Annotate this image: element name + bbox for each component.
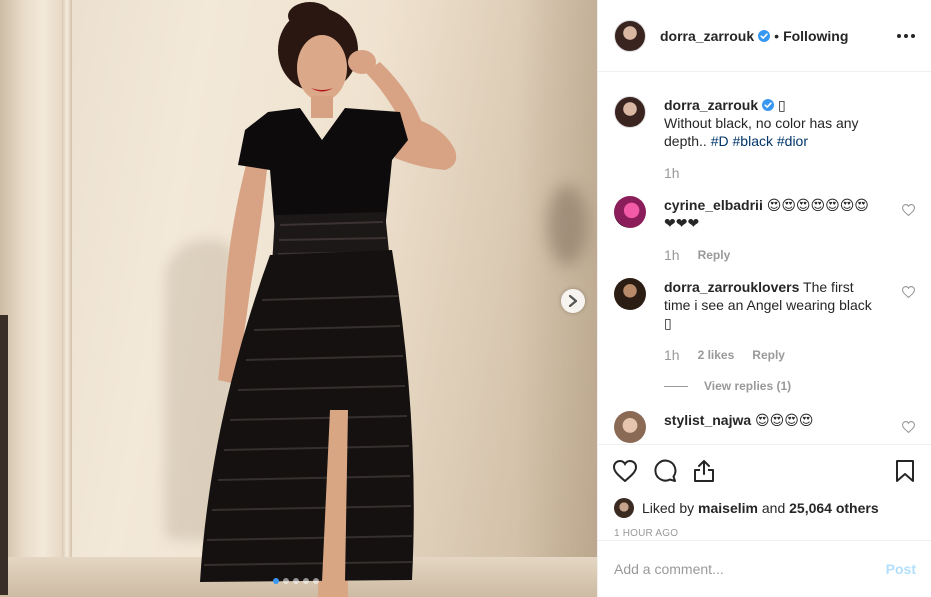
like-comment-heart-icon[interactable] [902, 286, 915, 298]
hashtag-link[interactable]: #D [711, 133, 729, 149]
comment-text: 😍😍😍😍 [755, 412, 814, 428]
post-comment-button[interactable]: Post [886, 561, 916, 577]
caption-avatar[interactable] [614, 96, 646, 128]
caption-meta: 1h [664, 164, 876, 182]
post-timestamp[interactable]: 1 HOUR AGO [598, 528, 931, 539]
commenter-avatar[interactable] [614, 196, 646, 228]
reply-button[interactable]: Reply [698, 246, 731, 264]
view-replies-button[interactable]: View replies (1) [664, 377, 876, 395]
author-username[interactable]: dorra_zarrouk [660, 28, 754, 44]
add-comment-bar: Post [598, 540, 931, 597]
post-sidebar: dorra_zarrouk • Following dorra_zarrouk … [597, 0, 931, 597]
comment: stylist_najwa 😍😍😍😍 [614, 411, 915, 443]
like-comment-heart-icon[interactable] [902, 421, 915, 433]
likes-summary: Liked by maiselim and 25,064 others [598, 496, 931, 520]
caption-body: dorra_zarrouk ▯ Without black, no color … [664, 96, 876, 182]
likes-prefix: Liked by [642, 500, 695, 516]
caption-username[interactable]: dorra_zarrouk [664, 97, 758, 113]
more-options-button[interactable] [897, 28, 915, 44]
commenter-avatar[interactable] [614, 411, 646, 443]
save-button[interactable] [895, 459, 915, 483]
reply-button[interactable]: Reply [752, 346, 785, 364]
carousel-indicator [273, 578, 319, 584]
hashtag-link[interactable]: #dior [777, 133, 808, 149]
following-button[interactable]: Following [783, 28, 848, 44]
carousel-dot [293, 578, 299, 584]
verified-badge-icon [762, 99, 775, 111]
comment: dorra_zarrouklovers The first time i see… [614, 278, 915, 395]
share-button[interactable] [693, 459, 715, 483]
replies-divider [664, 385, 688, 387]
view-replies-label: View replies (1) [704, 379, 792, 393]
comment: cyrine_elbadrii 😍😍😍😍😍😍😍❤❤❤ 1h Reply [614, 196, 915, 264]
comment-time[interactable]: 1h [664, 246, 680, 264]
comment-time[interactable]: 1h [664, 346, 680, 364]
carousel-dot [283, 578, 289, 584]
post-header: dorra_zarrouk • Following [598, 0, 931, 72]
comments-list[interactable]: dorra_zarrouk ▯ Without black, no color … [598, 72, 931, 444]
likes-and: and [761, 500, 786, 516]
more-dot-icon [897, 33, 901, 38]
comment-username[interactable]: stylist_najwa [664, 412, 751, 428]
comment-input[interactable] [614, 561, 886, 577]
woman-figure: D [200, 2, 457, 597]
like-button[interactable] [613, 459, 637, 482]
liker-avatar[interactable] [614, 498, 634, 518]
comment-meta: 1h Reply [664, 246, 876, 264]
author-avatar[interactable] [614, 19, 646, 52]
more-dot-icon [911, 33, 915, 38]
likes-text: Liked by maiselim and 25,064 others [642, 500, 879, 516]
heart-icon [613, 459, 637, 482]
header-separator: • [774, 27, 780, 44]
post-actions [598, 444, 931, 496]
comment-bubble-icon [654, 459, 677, 482]
neck [311, 96, 333, 118]
like-comment-heart-icon[interactable] [902, 204, 915, 216]
caption: dorra_zarrouk ▯ Without black, no color … [614, 96, 915, 182]
hashtag-link[interactable]: #black [733, 133, 773, 149]
likes-others-button[interactable]: 25,064 others [789, 500, 879, 516]
comment-meta: 1h 2 likes Reply [664, 346, 876, 364]
commenter-avatar[interactable] [614, 278, 646, 310]
post-photo[interactable]: D [0, 0, 597, 597]
chevron-right-icon [568, 295, 578, 307]
bookmark-icon [896, 459, 914, 482]
carousel-dot [303, 578, 309, 584]
liker-username[interactable]: maiselim [698, 500, 758, 516]
verified-badge-icon [758, 29, 771, 42]
comment-username[interactable]: dorra_zarrouklovers [664, 279, 799, 295]
caption-emoji: ▯ [778, 97, 786, 113]
carousel-dot [313, 578, 319, 584]
carousel-dot-active [273, 578, 279, 584]
next-slide-button[interactable] [561, 289, 585, 313]
comment-username[interactable]: cyrine_elbadrii [664, 197, 763, 213]
more-dot-icon [904, 33, 908, 38]
caption-time[interactable]: 1h [664, 164, 680, 182]
share-icon [694, 459, 714, 482]
comment-body: cyrine_elbadrii 😍😍😍😍😍😍😍❤❤❤ 1h Reply [664, 196, 876, 264]
comment-button[interactable] [653, 459, 677, 483]
hair-bun [288, 2, 332, 30]
comment-body: dorra_zarrouklovers The first time i see… [664, 278, 876, 395]
hand [348, 50, 376, 74]
comment-likes[interactable]: 2 likes [698, 346, 735, 364]
comment-body: stylist_najwa 😍😍😍😍 [664, 411, 876, 443]
instagram-post: D dorra_zarrouk [0, 0, 931, 597]
